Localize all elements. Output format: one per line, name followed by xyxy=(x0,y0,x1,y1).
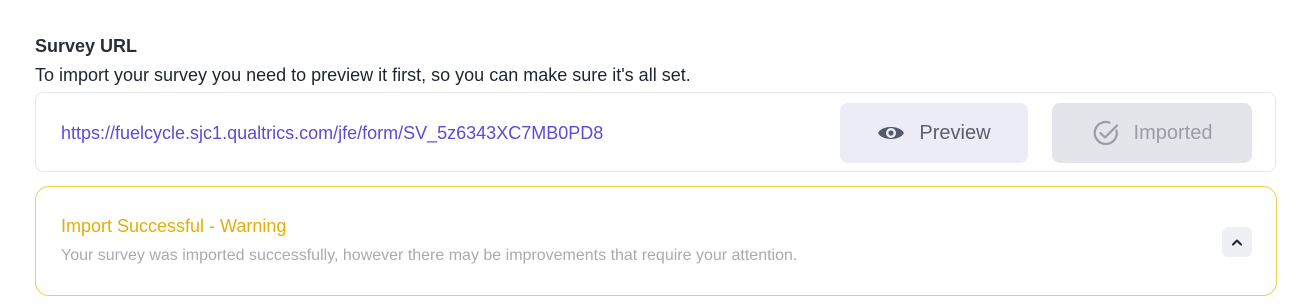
preview-button-label: Preview xyxy=(919,121,991,144)
survey-url-link[interactable]: https://fuelcycle.sjc1.qualtrics.com/jfe… xyxy=(61,123,603,144)
chevron-up-icon xyxy=(1231,238,1243,246)
imported-button[interactable]: Imported xyxy=(1052,103,1252,163)
alert-message: Your survey was imported successfully, h… xyxy=(61,247,798,264)
preview-button[interactable]: Preview xyxy=(840,103,1028,163)
eye-icon xyxy=(877,123,905,143)
imported-button-label: Imported xyxy=(1133,121,1213,144)
section-description: To import your survey you need to previe… xyxy=(35,65,691,85)
import-warning-alert: Import Successful - Warning Your survey … xyxy=(35,186,1277,296)
alert-title: Import Successful - Warning xyxy=(61,216,287,236)
check-circle-icon xyxy=(1092,119,1120,147)
collapse-toggle-button[interactable] xyxy=(1222,227,1252,257)
section-title: Survey URL xyxy=(35,36,138,56)
survey-url-card: https://fuelcycle.sjc1.qualtrics.com/jfe… xyxy=(35,92,1276,172)
